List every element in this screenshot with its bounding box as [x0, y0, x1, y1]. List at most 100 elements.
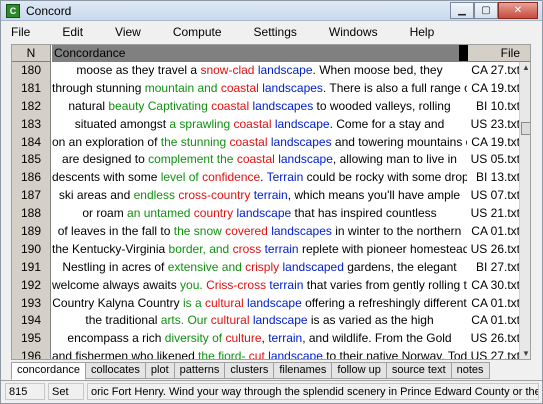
context-text: are designed to: [62, 152, 149, 167]
tab-patterns[interactable]: patterns: [174, 362, 226, 379]
concordance-line[interactable]: Nestling in acres of extensive and crisp…: [52, 259, 467, 277]
concordance-line[interactable]: Country Kalyna Country is a cultural lan…: [52, 295, 467, 313]
table-row[interactable]: 185 are designed to complement the coasta…: [12, 151, 520, 171]
context-text: coastal: [220, 80, 259, 95]
concordance-line[interactable]: encompass a rich diversity of culture, t…: [52, 330, 467, 348]
table-row[interactable]: 196 and fishermen who likened the fjord- …: [12, 348, 520, 360]
concordance-line[interactable]: descents with some level of confidence. …: [52, 169, 467, 187]
concordance-line[interactable]: through stunning mountain and coastal la…: [52, 80, 467, 98]
concordance-line[interactable]: welcome always awaits you. Criss-cross t…: [52, 277, 467, 295]
context-text: , allowing man to live in: [332, 152, 457, 167]
scroll-up-arrow-icon[interactable]: ▲: [520, 62, 530, 74]
context-text: level of: [160, 170, 199, 185]
context-text: extensive and: [167, 259, 242, 274]
table-row[interactable]: 186 descents with some level of confidenc…: [12, 169, 520, 189]
table-row[interactable]: 184 on an exploration of the stunning coa…: [12, 133, 520, 153]
file-name: CA 01.txt: [471, 313, 520, 328]
table-row[interactable]: 187 ski areas and endless cross-country t…: [12, 187, 520, 207]
table-row[interactable]: 193 Country Kalyna Country is a cultural …: [12, 294, 520, 314]
tab-filenames[interactable]: filenames: [274, 362, 333, 379]
menu-bar: File Edit View Compute Settings Windows Help: [1, 22, 542, 42]
context-text: the traditional: [85, 313, 161, 328]
row-number: 187: [12, 187, 51, 207]
file-name: BI 13.txt: [475, 170, 520, 185]
tab-source-text[interactable]: source text: [386, 362, 452, 379]
context-text: replete with pioneer homesteads,: [298, 241, 467, 256]
file-name: US 23.txt: [470, 116, 520, 131]
minimize-button[interactable]: ▁: [450, 2, 474, 19]
tab-clusters[interactable]: clusters: [225, 362, 275, 379]
context-text: of leaves in the fall to: [57, 224, 174, 239]
menu-help[interactable]: Help: [408, 22, 437, 42]
concordance-line[interactable]: and fishermen who likened the fjord- cut…: [52, 348, 467, 359]
table-row[interactable]: 188 or roam an untamed country landscape …: [12, 205, 520, 225]
context-text: coastal: [211, 98, 250, 113]
file-name: US 27.txt: [470, 349, 520, 360]
concordance-line[interactable]: natural beauty Captivating coastal lands…: [52, 98, 467, 116]
column-resize-handle[interactable]: [459, 45, 468, 62]
row-number: 180: [12, 62, 51, 81]
menu-compute[interactable]: Compute: [171, 22, 224, 42]
concordance-line[interactable]: are designed to complement the coastal l…: [52, 151, 467, 169]
table-row[interactable]: 182 natural beauty Captivating coastal la…: [12, 97, 520, 117]
concordance-line[interactable]: or roam an untamed country landscape tha…: [52, 205, 467, 223]
file-name: BI 27.txt: [475, 259, 520, 274]
table-row[interactable]: 195 encompass a rich diversity of culture…: [12, 330, 520, 350]
scroll-thumb[interactable]: [521, 122, 530, 135]
context-text: offering a refreshingly different: [301, 295, 467, 310]
vertical-scrollbar[interactable]: ▲ ▼: [519, 62, 530, 359]
tab-concordance[interactable]: concordance: [11, 362, 86, 380]
concordance-line[interactable]: moose as they travel a snow-clad landsca…: [52, 62, 467, 80]
table-row[interactable]: 189 of leaves in the fall to the snow cov…: [12, 223, 520, 242]
context-text: culture: [225, 331, 262, 346]
menu-view[interactable]: View: [113, 22, 143, 42]
tab-follow-up[interactable]: follow up: [332, 362, 387, 379]
concordance-line[interactable]: the traditional arts. Our cultural lands…: [52, 312, 467, 330]
context-text: snow-clad: [200, 63, 255, 77]
table-row[interactable]: 183 situated amongst a sprawling coastal …: [12, 115, 520, 135]
tab-plot[interactable]: plot: [145, 362, 175, 379]
context-text: covered: [225, 224, 268, 239]
maximize-button[interactable]: ▢: [474, 2, 498, 19]
file-name: CA 19.txt: [471, 134, 520, 149]
file-name: US 26.txt: [470, 241, 520, 256]
concordance-line[interactable]: situated amongst a sprawling coastal lan…: [52, 116, 467, 134]
menu-file[interactable]: File: [9, 22, 32, 42]
search-word: terrain: [268, 331, 303, 346]
context-text: coastal: [236, 152, 275, 167]
table-row[interactable]: 194 the traditional arts. Our cultural la…: [12, 312, 520, 332]
context-text: mountain and: [144, 80, 218, 95]
table-row[interactable]: 180 moose as they travel a snow-clad land…: [12, 62, 520, 81]
column-header-concordance[interactable]: Concordance: [52, 45, 467, 62]
context-text: situated amongst: [74, 116, 170, 131]
search-word: terrain: [264, 241, 299, 256]
concordance-line[interactable]: on an exploration of the stunning coasta…: [52, 134, 467, 152]
menu-settings[interactable]: Settings: [252, 22, 299, 42]
context-text: arts. Our: [160, 313, 208, 328]
menu-windows[interactable]: Windows: [327, 22, 380, 42]
table-row[interactable]: 192 welcome always awaits you. Criss-cros…: [12, 276, 520, 296]
context-text: is as varied as the high: [307, 313, 434, 328]
status-bar: 815 Set oric Fort Henry. Wind your way t…: [1, 380, 542, 402]
concord-app-icon[interactable]: C: [6, 4, 20, 18]
table-row[interactable]: 181 through stunning mountain and coastal…: [12, 79, 520, 99]
table-row[interactable]: 190 the Kentucky-Virginia border, and cro…: [12, 240, 520, 260]
context-text: cross-country: [178, 188, 251, 203]
window-controls: ▁ ▢ ✕: [450, 2, 538, 19]
scroll-down-arrow-icon[interactable]: ▼: [520, 348, 530, 359]
context-text: Criss-cross: [206, 277, 267, 292]
tab-collocates[interactable]: collocates: [86, 362, 146, 379]
context-text: border, and: [168, 241, 230, 256]
row-number: 182: [12, 97, 51, 117]
column-header-file[interactable]: File: [468, 45, 530, 62]
close-button[interactable]: ✕: [498, 2, 538, 19]
menu-edit[interactable]: Edit: [60, 22, 85, 42]
column-header-n[interactable]: N: [12, 45, 51, 62]
concordance-line[interactable]: of leaves in the fall to the snow covere…: [52, 223, 467, 241]
table-row[interactable]: 191 Nestling in acres of extensive and cr…: [12, 258, 520, 278]
file-name: US 21.txt: [470, 206, 520, 221]
concordance-line[interactable]: the Kentucky-Virginia border, and cross …: [52, 241, 467, 259]
context-text: or roam: [82, 206, 128, 221]
tab-notes[interactable]: notes: [451, 362, 490, 379]
concordance-line[interactable]: ski areas and endless cross-country terr…: [52, 187, 467, 205]
